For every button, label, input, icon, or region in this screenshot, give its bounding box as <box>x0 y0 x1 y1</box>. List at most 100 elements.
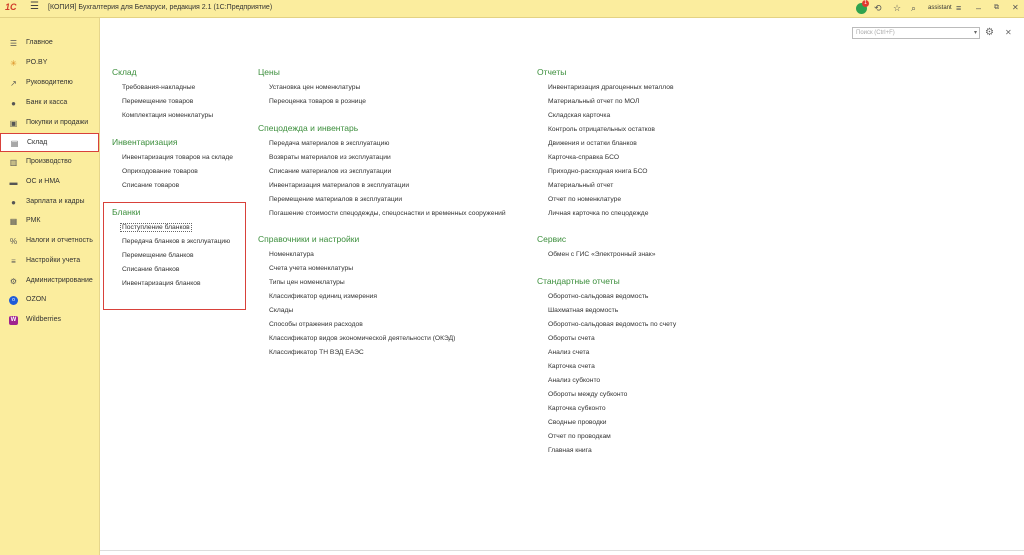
sidebar-item-poby[interactable]: ✳ PO.BY <box>0 54 99 72</box>
sidebar-item-rmk[interactable]: ▦ РМК <box>0 212 99 230</box>
warehouse-icon: ▤ <box>10 139 19 148</box>
link-std-1[interactable]: Оборотно-сальдовая ведомость <box>548 293 648 300</box>
sidebar-item-label: Производство <box>26 158 72 165</box>
link-peremeshchenie-tovarov[interactable]: Перемещение товаров <box>122 98 193 105</box>
sidebar-item-proizvodstvo[interactable]: ▥ Производство <box>0 153 99 171</box>
link-tn-ved[interactable]: Классификатор ТН ВЭД ЕАЭС <box>269 349 364 356</box>
link-otchet-9[interactable]: Отчет по номенклатуре <box>548 196 621 203</box>
search-icon[interactable]: ⌕ <box>911 3 916 13</box>
sidebar-item-sklad[interactable]: ▤ Склад <box>0 133 99 152</box>
link-vozvraty-materialov[interactable]: Возвраты материалов из эксплуатации <box>269 154 391 161</box>
link-std-5[interactable]: Анализ счета <box>548 349 589 356</box>
link-std-8[interactable]: Обороты между субконто <box>548 391 627 398</box>
history-icon[interactable]: ⟲ <box>874 3 882 13</box>
link-std-3[interactable]: Оборотно-сальдовая ведомость по счету <box>548 321 676 328</box>
sidebar-item-label: PO.BY <box>26 59 48 66</box>
sidebar-item-label: OZON <box>26 296 47 303</box>
sidebar-item-ozon[interactable]: o OZON <box>0 291 99 309</box>
link-std-2[interactable]: Шахматная ведомость <box>548 307 618 314</box>
link-peredacha-blankov[interactable]: Передача бланков в эксплуатацию <box>122 238 230 245</box>
link-ustanovka-cen[interactable]: Установка цен номенклатуры <box>269 84 360 91</box>
link-otchet-6[interactable]: Карточка-справка БСО <box>548 154 619 161</box>
link-trebovaniya[interactable]: Требования-накладные <box>122 84 195 91</box>
link-scheta-ucheta[interactable]: Счета учета номенклатуры <box>269 265 353 272</box>
sidebar-item-rukovoditelyu[interactable]: ↗ Руководителю <box>0 74 99 92</box>
sidebar-item-bank[interactable]: ● Банк и касса <box>0 94 99 112</box>
link-otchet-5[interactable]: Движения и остатки бланков <box>548 140 637 147</box>
minimize-icon[interactable]: – <box>976 3 981 13</box>
link-peredacha-materialov[interactable]: Передача материалов в эксплуатацию <box>269 140 389 147</box>
main-menu-icon[interactable]: ☰ <box>30 1 39 12</box>
link-spisanie-blankov[interactable]: Списание бланков <box>122 266 179 273</box>
truck-icon: ▬ <box>9 178 18 187</box>
link-spisanie-tovarov[interactable]: Списание товаров <box>122 182 179 189</box>
link-otchet-2[interactable]: Материальный отчет по МОЛ <box>548 98 639 105</box>
link-inventarizaciya-materialov[interactable]: Инвентаризация материалов в эксплуатации <box>269 182 409 189</box>
wildberries-icon: W <box>9 316 18 325</box>
sidebar-item-glavnoe[interactable]: ☰ Главное <box>0 34 99 52</box>
link-nomenklatura[interactable]: Номенклатура <box>269 251 314 258</box>
link-otchet-7[interactable]: Приходно-расходная книга БСО <box>548 168 647 175</box>
gear-icon: ⚙ <box>9 277 18 286</box>
link-otchet-8[interactable]: Материальный отчет <box>548 182 613 189</box>
link-std-12[interactable]: Главная книга <box>548 447 592 454</box>
link-sposoby-otrazheniya[interactable]: Способы отражения расходов <box>269 321 363 328</box>
link-spisanie-materialov[interactable]: Списание материалов из эксплуатации <box>269 168 391 175</box>
sidebar-item-pokupki[interactable]: ▣ Покупки и продажи <box>0 114 99 132</box>
link-peremeshchenie-blankov[interactable]: Перемещение бланков <box>122 252 194 259</box>
sidebar-item-os-nma[interactable]: ▬ ОС и НМА <box>0 173 99 191</box>
link-pereocenka[interactable]: Переоценка товаров в рознице <box>269 98 366 105</box>
section-title-servis: Сервис <box>537 234 567 244</box>
person-icon: ● <box>11 198 16 207</box>
sidebar-item-label: Покупки и продажи <box>26 119 89 126</box>
link-klassifikator-edinic[interactable]: Классификатор единиц измерения <box>269 293 377 300</box>
link-std-9[interactable]: Карточка субконто <box>548 405 606 412</box>
search-placeholder: Поиск (Ctrl+F) <box>856 30 895 36</box>
close-window-icon[interactable]: ✕ <box>1012 3 1019 13</box>
sidebar-item-admin[interactable]: ⚙ Администрирование <box>0 272 99 290</box>
link-oked[interactable]: Классификатор видов экономической деятел… <box>269 335 455 342</box>
link-oprihodovanie[interactable]: Оприходование товаров <box>122 168 198 175</box>
user-name[interactable]: assistant <box>928 5 952 11</box>
link-sklady[interactable]: Склады <box>269 307 293 314</box>
sidebar-item-wildberries[interactable]: W Wildberries <box>0 311 99 329</box>
sidebar-item-label: Администрирование <box>26 277 93 284</box>
title-bar: 1С ☰ [КОПИЯ] Бухгалтерия для Беларуси, р… <box>0 0 1024 18</box>
close-icon[interactable]: ✕ <box>1005 28 1012 37</box>
link-pogashenie-stoimosti[interactable]: Погашение стоимости спецодежды, спецосна… <box>269 210 506 217</box>
link-std-4[interactable]: Обороты счета <box>548 335 595 342</box>
notifications-badge: 1 <box>862 0 869 7</box>
settings-menu-icon[interactable]: ≡ <box>956 3 961 13</box>
link-std-10[interactable]: Сводные проводки <box>548 419 607 426</box>
sidebar-item-label: Главное <box>26 39 53 46</box>
restore-icon[interactable]: ⧉ <box>994 3 999 13</box>
link-otchet-4[interactable]: Контроль отрицательных остатков <box>548 126 655 133</box>
link-std-7[interactable]: Анализ субконто <box>548 377 600 384</box>
link-otchet-1[interactable]: Инвентаризация драгоценных металлов <box>548 84 674 91</box>
section-title-inventarizaciya: Инвентаризация <box>112 137 178 147</box>
bottom-divider <box>100 550 1024 551</box>
sun-icon: ✳ <box>10 59 17 68</box>
search-input[interactable]: Поиск (Ctrl+F) ▾ <box>852 27 980 39</box>
link-std-11[interactable]: Отчет по проводкам <box>548 433 611 440</box>
link-obmen-gis[interactable]: Обмен с ГИС «Электронный знак» <box>548 251 655 258</box>
link-tipy-cen[interactable]: Типы цен номенклатуры <box>269 279 345 286</box>
sliders-icon: ≡ <box>11 257 16 266</box>
cart-icon: ▣ <box>9 119 18 128</box>
register-icon: ▦ <box>9 217 18 226</box>
link-postuplenie-blankov[interactable]: Поступление бланков <box>120 223 192 232</box>
link-otchet-3[interactable]: Складская карточка <box>548 112 610 119</box>
sidebar-item-nalogi[interactable]: % Налоги и отчетность <box>0 232 99 250</box>
sidebar-item-nastroyki[interactable]: ≡ Настройки учета <box>0 252 99 270</box>
link-peremeshchenie-materialov[interactable]: Перемещение материалов в эксплуатации <box>269 196 402 203</box>
link-std-6[interactable]: Карточка счета <box>548 363 595 370</box>
favorites-icon[interactable]: ☆ <box>893 3 901 13</box>
sidebar: ☰ Главное ✳ PO.BY ↗ Руководителю ● Банк и ка… <box>0 18 100 555</box>
link-inventarizaciya-tovarov[interactable]: Инвентаризация товаров на складе <box>122 154 233 161</box>
chevron-down-icon[interactable]: ▾ <box>974 29 977 36</box>
link-komplektaciya[interactable]: Комплектация номенклатуры <box>122 112 213 119</box>
settings-gear-icon[interactable]: ⚙ <box>985 27 994 38</box>
sidebar-item-zarplata[interactable]: ● Зарплата и кадры <box>0 193 99 211</box>
link-inventarizaciya-blankov[interactable]: Инвентаризация бланков <box>122 280 201 287</box>
link-otchet-10[interactable]: Личная карточка по спецодежде <box>548 210 648 217</box>
